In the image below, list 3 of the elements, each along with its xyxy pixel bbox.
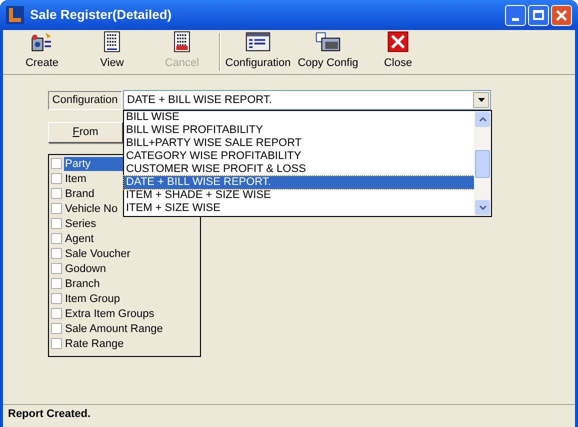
configuration-label: Configuration: [48, 90, 122, 110]
status-text: Report Created.: [8, 407, 91, 422]
window-title: Sale Register(Detailed): [30, 6, 173, 24]
